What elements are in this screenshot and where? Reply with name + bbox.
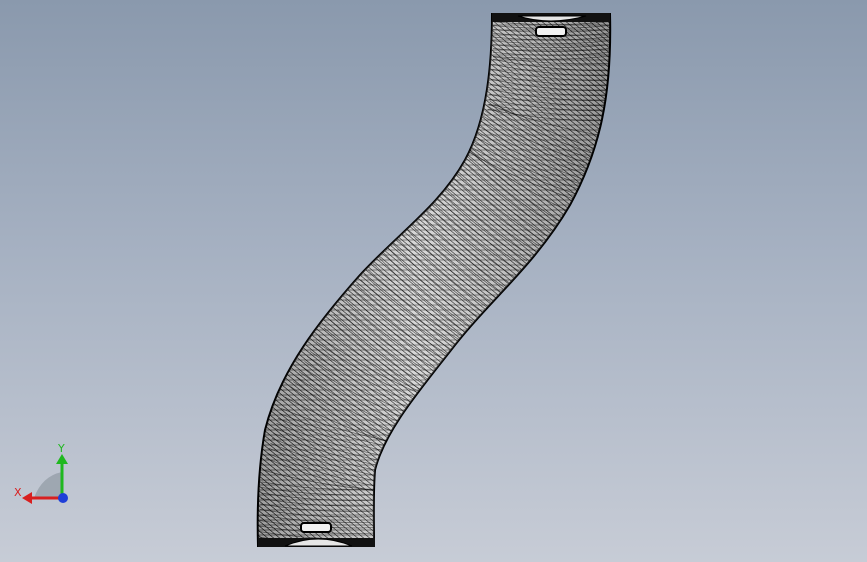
x-axis-label: X [14, 486, 22, 499]
coordinate-triad: Y X [14, 442, 68, 504]
y-axis-arrow [56, 454, 68, 464]
y-axis-label: Y [57, 442, 65, 455]
x-axis-arrow [22, 492, 32, 504]
bottom-port-slot [300, 522, 332, 533]
z-axis-dot [58, 493, 68, 503]
cad-3d-viewport[interactable] [0, 0, 867, 562]
top-port-slot [535, 26, 567, 37]
s-bend-tube[interactable] [256, 13, 612, 547]
triad-plane [34, 472, 62, 498]
